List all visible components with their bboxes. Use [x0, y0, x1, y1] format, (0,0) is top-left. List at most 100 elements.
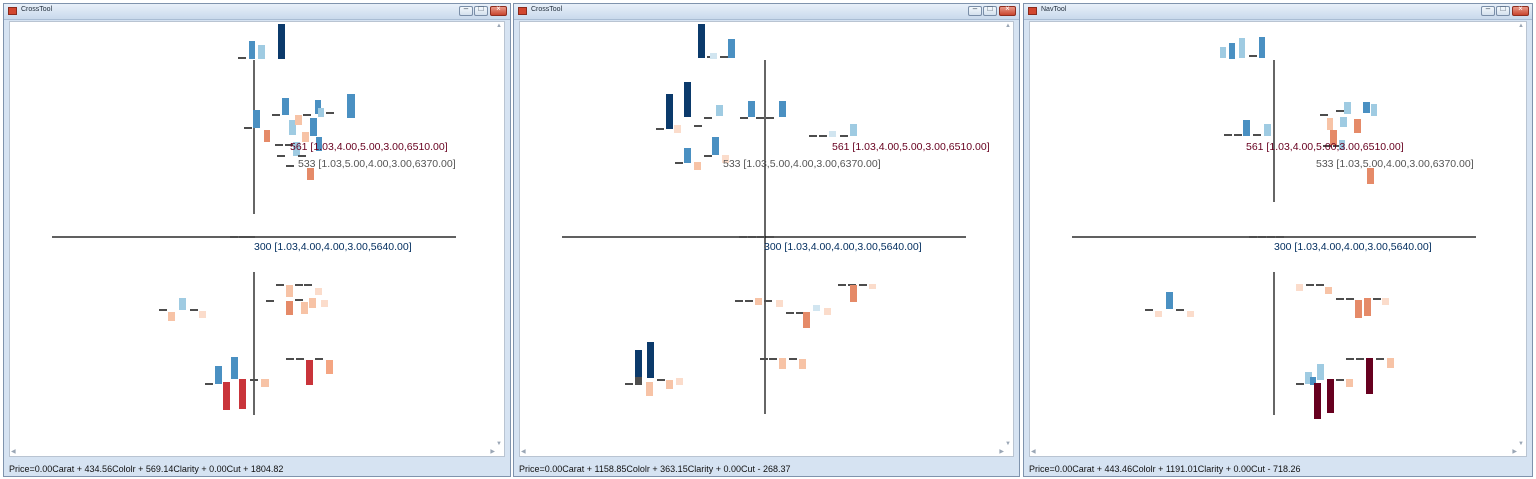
- app-icon: [8, 7, 17, 15]
- glyph-bar: [829, 131, 836, 137]
- point-label-533: 533 [1.03,5.00,4.00,3.00,6370.00]: [1316, 158, 1474, 170]
- glyph-bar: [799, 359, 806, 369]
- glyph-bar: [230, 236, 238, 238]
- glyph-bar: [740, 117, 748, 119]
- glyph-cluster-lower-mid: [735, 284, 876, 369]
- glyph-bar: [712, 137, 719, 155]
- point-label-561: 561 [1.03,4.00,5.00,3.00,6510.00]: [1246, 141, 1404, 153]
- glyph-cluster-bottom: [205, 357, 333, 410]
- glyph-bar: [304, 284, 312, 286]
- title-bar[interactable]: CrossTool – □ ×: [514, 4, 1019, 20]
- minimize-button[interactable]: –: [968, 4, 982, 16]
- scroll-right-icon[interactable]: ▶: [1512, 448, 1517, 455]
- glyph-cluster-bottom: [1296, 358, 1394, 419]
- glyph-plot: 561 [1.03,4.00,5.00,3.00,6510.00] 533 [1…: [1072, 37, 1476, 419]
- glyph-bar: [315, 358, 323, 360]
- scroll-left-icon[interactable]: ◀: [11, 448, 16, 455]
- maximize-button[interactable]: □: [1496, 4, 1510, 16]
- scroll-left-icon[interactable]: ◀: [521, 448, 526, 455]
- glyph-bar: [239, 236, 247, 238]
- glyph-bar: [766, 236, 774, 238]
- vertical-scrollbar[interactable]: ▲ ▼: [496, 23, 503, 447]
- glyph-bar: [1145, 309, 1153, 311]
- glyph-bar: [310, 118, 317, 136]
- glyph-bar: [326, 112, 334, 114]
- maximize-icon: □: [478, 4, 484, 13]
- glyph-bar: [1355, 300, 1362, 318]
- maximize-button[interactable]: □: [983, 4, 997, 16]
- glyph-bar: [666, 380, 673, 389]
- glyph-bar: [1229, 43, 1235, 59]
- glyph-bar: [1366, 358, 1373, 394]
- glyph-bar: [1239, 38, 1245, 58]
- close-button[interactable]: ×: [999, 4, 1016, 16]
- glyph-bar: [756, 117, 764, 119]
- glyph-bar: [231, 357, 238, 379]
- glyph-bar: [309, 298, 316, 308]
- glyph-bar: [1340, 117, 1347, 127]
- scroll-left-icon[interactable]: ◀: [1031, 448, 1036, 455]
- minimize-button[interactable]: –: [1481, 4, 1495, 16]
- glyph-bar: [819, 135, 827, 137]
- glyph-bar: [1346, 358, 1354, 360]
- glyph-bar: [282, 98, 289, 115]
- glyph-bar: [258, 45, 265, 59]
- plot-area: 561 [1.03,4.00,5.00,3.00,6510.00] 533 [1…: [1029, 21, 1527, 457]
- scroll-up-icon[interactable]: ▲: [1005, 23, 1011, 29]
- glyph-bar: [1336, 110, 1344, 112]
- close-button[interactable]: ×: [1512, 4, 1529, 16]
- horizontal-scrollbar[interactable]: ◀ ▶: [1031, 448, 1517, 455]
- vertical-scrollbar[interactable]: ▲ ▼: [1005, 23, 1012, 447]
- scroll-down-icon[interactable]: ▼: [496, 441, 502, 447]
- window-crosstool-1: CrossTool – □ × 561 [1.03,4.00,5.00,3.00…: [3, 3, 511, 477]
- title-bar[interactable]: CrossTool – □ ×: [4, 4, 510, 20]
- glyph-bar: [779, 358, 786, 369]
- scroll-up-icon[interactable]: ▲: [1518, 23, 1524, 29]
- glyph-bar: [635, 377, 642, 385]
- scroll-down-icon[interactable]: ▼: [1518, 441, 1524, 447]
- glyph-bar: [223, 382, 230, 410]
- glyph-bar: [1382, 298, 1389, 305]
- glyph-bar: [249, 41, 255, 59]
- scroll-down-icon[interactable]: ▼: [1005, 441, 1011, 447]
- glyph-bar: [1176, 309, 1184, 311]
- glyph-bar: [859, 284, 867, 286]
- glyph-plot: 561 [1.03,4.00,5.00,3.00,6510.00] 533 [1…: [562, 24, 990, 414]
- glyph-bar: [1267, 236, 1275, 238]
- glyph-bar: [850, 285, 857, 302]
- glyph-bar: [1258, 236, 1266, 238]
- maximize-button[interactable]: □: [474, 4, 488, 16]
- glyph-bar: [318, 108, 324, 117]
- status-equation: Price=0.00Carat + 443.46Cololr + 1191.01…: [1029, 464, 1301, 474]
- vertical-scrollbar[interactable]: ▲ ▼: [1518, 23, 1525, 447]
- glyph-bar: [250, 379, 258, 381]
- glyph-plot: 561 [1.03,4.00,5.00,3.00,6510.00] 533 [1…: [52, 24, 456, 415]
- glyph-bar: [694, 125, 702, 127]
- glyph-bar: [1166, 292, 1173, 309]
- status-equation: Price=0.00Carat + 434.56Cololr + 569.14C…: [9, 464, 284, 474]
- window-title: CrossTool: [21, 6, 53, 13]
- horizontal-scrollbar[interactable]: ◀ ▶: [521, 448, 1004, 455]
- scroll-right-icon[interactable]: ▶: [490, 448, 495, 455]
- glyph-bar: [745, 300, 753, 302]
- glyph-bar: [298, 155, 306, 157]
- glyph-bar: [1325, 287, 1332, 294]
- glyph-cluster-upper-left: [656, 82, 786, 170]
- close-button[interactable]: ×: [490, 4, 507, 16]
- scroll-up-icon[interactable]: ▲: [496, 23, 502, 29]
- glyph-bar: [1327, 379, 1334, 413]
- horizontal-scrollbar[interactable]: ◀ ▶: [11, 448, 495, 455]
- glyph-bar: [760, 358, 768, 360]
- glyph-bar: [289, 120, 296, 135]
- scroll-right-icon[interactable]: ▶: [999, 448, 1004, 455]
- glyph-bar: [1354, 119, 1361, 133]
- minimize-button[interactable]: –: [459, 4, 473, 16]
- point-label-561: 561 [1.03,4.00,5.00,3.00,6510.00]: [290, 141, 448, 153]
- minimize-icon: –: [972, 4, 978, 13]
- title-bar[interactable]: NavTool – □ ×: [1024, 4, 1532, 20]
- glyph-cluster-lower-left: [159, 298, 206, 321]
- glyph-bar: [1264, 124, 1271, 136]
- window-crosstool-2: CrossTool – □ × 561 [1.03,4.00,5.00,3.00…: [513, 3, 1020, 477]
- glyph-bar: [1249, 236, 1257, 238]
- glyph-bar: [1249, 55, 1257, 57]
